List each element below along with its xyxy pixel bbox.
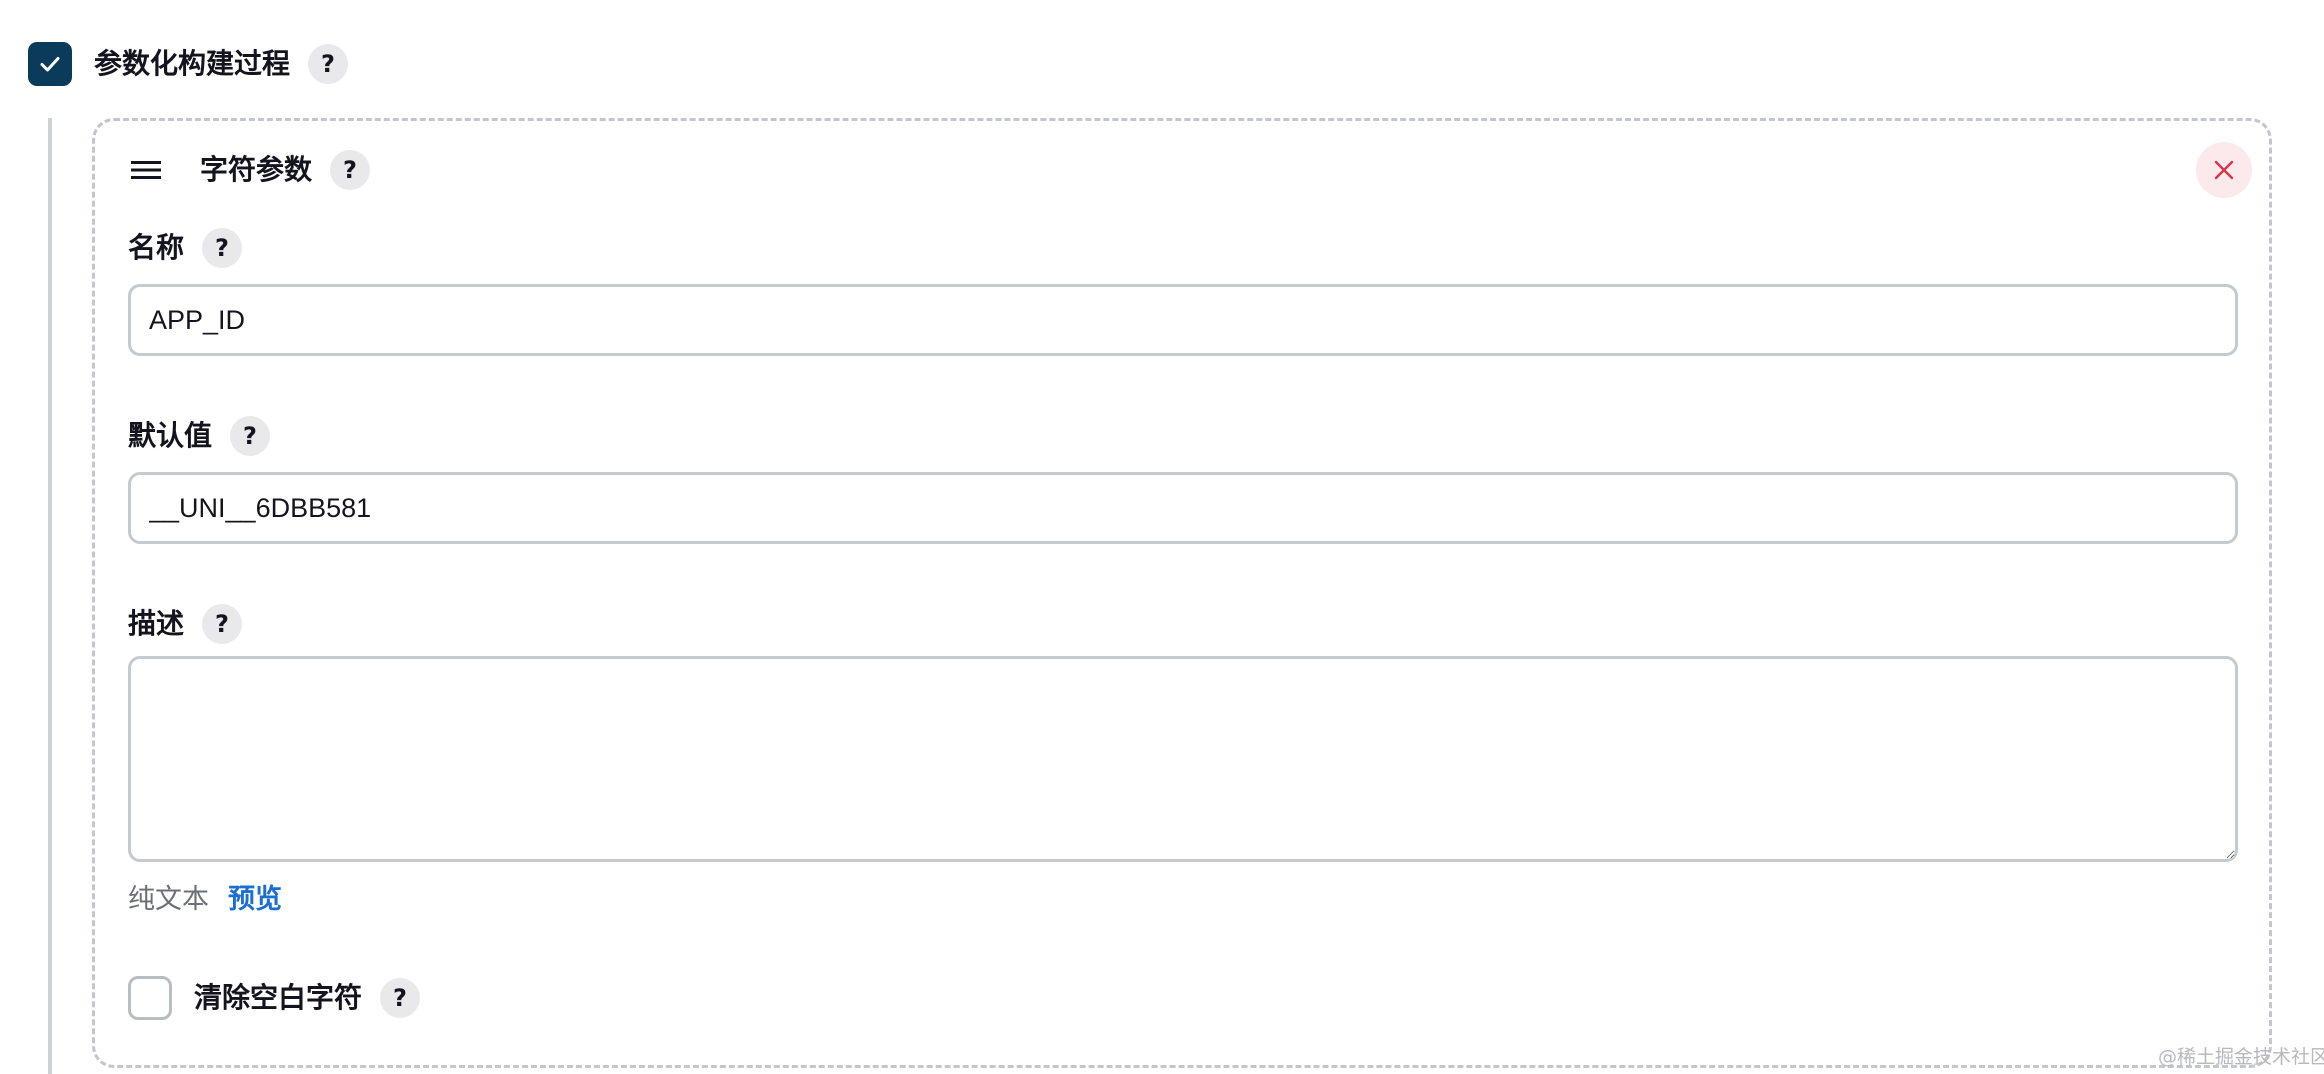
trim-whitespace-label: 清除空白字符 (194, 981, 363, 1014)
parameterized-build-help-icon[interactable]: ? (308, 44, 348, 84)
name-label: 名称 (128, 231, 185, 264)
check-icon (40, 57, 60, 72)
parameterized-build-checkbox[interactable] (28, 42, 72, 86)
description-help-icon[interactable]: ? (202, 604, 242, 644)
string-parameter-card (92, 118, 2272, 1068)
section-indent-rule (48, 118, 52, 1074)
watermark: @稀土掘金技术社区 (2158, 1046, 2324, 1068)
default-value-label: 默认值 (128, 419, 213, 452)
trim-whitespace-checkbox[interactable] (128, 976, 172, 1020)
close-icon (2214, 160, 2234, 180)
default-value-input[interactable] (128, 472, 2238, 544)
parameterized-build-label: 参数化构建过程 (94, 47, 291, 80)
plain-text-format-label: 纯文本 (128, 884, 209, 915)
description-label: 描述 (128, 607, 185, 640)
parameter-type-title: 字符参数 (200, 153, 313, 186)
trim-whitespace-help-icon[interactable]: ? (380, 978, 420, 1018)
default-value-help-icon[interactable]: ? (230, 416, 270, 456)
preview-link[interactable]: 预览 (228, 880, 282, 920)
parameter-type-help-icon[interactable]: ? (330, 150, 370, 190)
name-input[interactable] (128, 284, 2238, 356)
description-textarea[interactable] (128, 656, 2238, 862)
drag-handle-icon[interactable] (130, 156, 162, 184)
name-help-icon[interactable]: ? (202, 228, 242, 268)
delete-parameter-button[interactable] (2196, 142, 2252, 198)
